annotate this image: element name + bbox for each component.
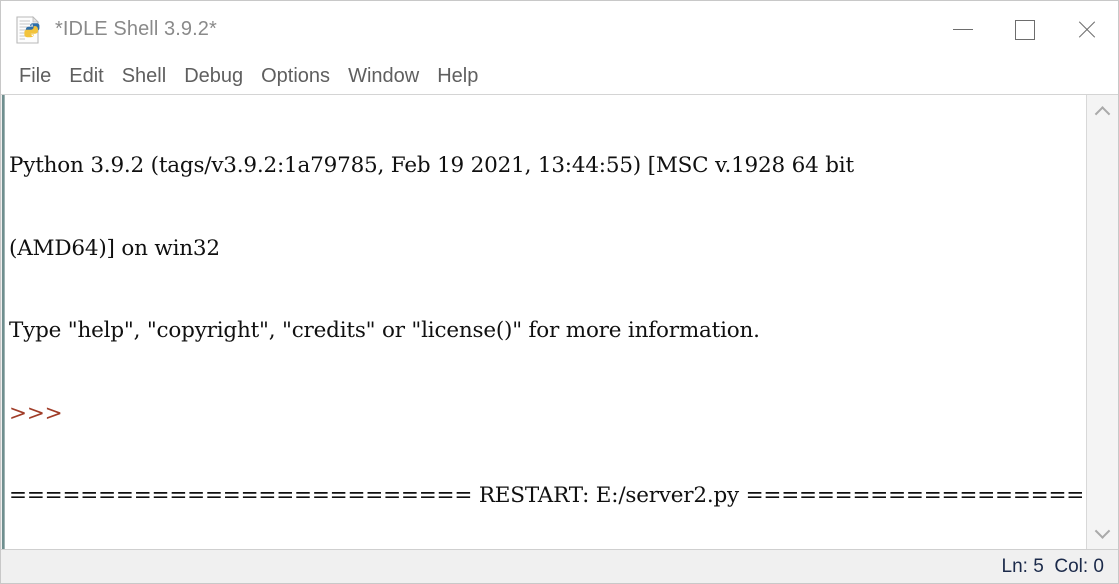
scroll-up-button[interactable] (1087, 95, 1118, 129)
shell-line-banner-1: Python 3.9.2 (tags/v3.9.2:1a79785, Feb 1… (9, 153, 854, 178)
minimize-icon (953, 29, 973, 30)
idle-shell-window: *IDLE Shell 3.9.2* File Edit Shell Debug… (0, 0, 1119, 584)
window-controls (932, 1, 1118, 58)
menu-item-debug[interactable]: Debug (175, 66, 252, 86)
menu-bar: File Edit Shell Debug Options Window Hel… (1, 58, 1118, 95)
shell-line-banner-2: (AMD64)] on win32 (9, 235, 220, 261)
chevron-down-icon (1094, 522, 1111, 539)
scroll-down-button[interactable] (1087, 515, 1118, 549)
menu-item-shell[interactable]: Shell (113, 66, 175, 86)
close-icon (1076, 19, 1098, 41)
menu-item-file[interactable]: File (10, 66, 60, 86)
shell-text-area[interactable]: Python 3.9.2 (tags/v3.9.2:1a79785, Feb 1… (5, 95, 1086, 549)
menu-item-options[interactable]: Options (252, 66, 339, 86)
maximize-icon (1015, 19, 1035, 40)
title-bar: *IDLE Shell 3.9.2* (1, 1, 1118, 58)
close-button[interactable] (1056, 1, 1118, 58)
maximize-button[interactable] (994, 1, 1056, 58)
window-title: *IDLE Shell 3.9.2* (55, 18, 217, 40)
minimize-button[interactable] (932, 1, 994, 58)
status-bar: Ln: 5 Col: 0 (1, 549, 1118, 583)
title-bar-left: *IDLE Shell 3.9.2* (1, 15, 217, 45)
shell-line-banner-3: Type "help", "copyright", "credits" or "… (9, 318, 760, 343)
chevron-up-icon (1094, 105, 1111, 122)
shell-output[interactable]: Python 3.9.2 (tags/v3.9.2:1a79785, Feb 1… (9, 97, 1086, 549)
shell-prompt: >>> (9, 400, 70, 426)
scrollbar-track[interactable] (1087, 129, 1118, 515)
vertical-scrollbar[interactable] (1086, 95, 1118, 549)
menu-item-edit[interactable]: Edit (60, 66, 112, 86)
shell-line-restart: ========================== RESTART: E:/s… (9, 483, 1086, 508)
menu-item-help[interactable]: Help (428, 66, 487, 86)
shell-left-gutter (1, 95, 5, 549)
shell-body: Python 3.9.2 (tags/v3.9.2:1a79785, Feb 1… (1, 95, 1118, 549)
menu-item-window[interactable]: Window (339, 66, 428, 86)
python-document-icon (14, 15, 44, 45)
cursor-position-indicator: Ln: 5 Col: 0 (1001, 555, 1104, 577)
